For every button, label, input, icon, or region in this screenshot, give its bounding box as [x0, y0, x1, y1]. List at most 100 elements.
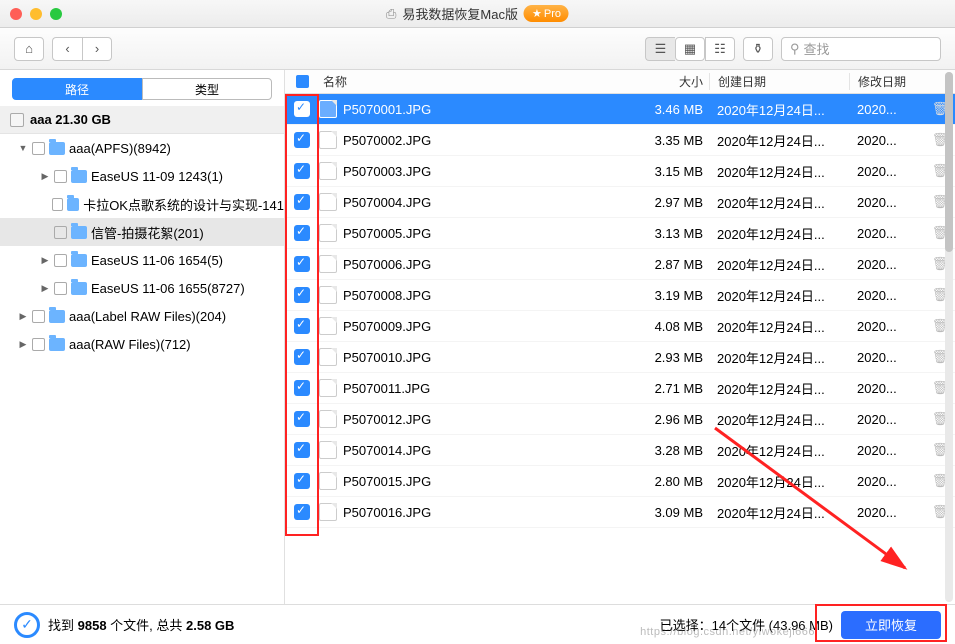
tree-item[interactable]: ▶ aaa(Label RAW Files)(204): [0, 302, 284, 330]
file-created: 2020年12月24日...: [709, 441, 849, 460]
file-row[interactable]: P5070008.JPG 3.19 MB 2020年12月24日... 2020…: [285, 280, 955, 311]
header-checkbox[interactable]: [285, 75, 319, 88]
file-size: 4.08 MB: [634, 319, 709, 334]
disclosure-icon[interactable]: ▶: [40, 255, 50, 266]
filter-button[interactable]: ⚱: [743, 37, 773, 61]
tree-item[interactable]: ▶ aaa(RAW Files)(712): [0, 330, 284, 358]
back-button[interactable]: ‹: [52, 37, 82, 61]
file-created: 2020年12月24日...: [709, 472, 849, 491]
file-icon: [319, 100, 337, 118]
file-row[interactable]: P5070009.JPG 4.08 MB 2020年12月24日... 2020…: [285, 311, 955, 342]
tree-checkbox[interactable]: [32, 142, 45, 155]
file-row[interactable]: P5070016.JPG 3.09 MB 2020年12月24日... 2020…: [285, 497, 955, 528]
file-checkbox[interactable]: [294, 473, 310, 489]
file-row[interactable]: P5070005.JPG 3.13 MB 2020年12月24日... 2020…: [285, 218, 955, 249]
lock-icon: ⎙: [386, 6, 396, 22]
tree-checkbox[interactable]: [54, 170, 67, 183]
list-view-button[interactable]: ☰: [645, 37, 675, 61]
grid-view-button[interactable]: ▦: [675, 37, 705, 61]
tree-checkbox[interactable]: [54, 254, 67, 267]
tree-checkbox[interactable]: [54, 282, 67, 295]
file-modified: 2020...: [849, 412, 925, 427]
file-size: 3.19 MB: [634, 288, 709, 303]
tree-checkbox[interactable]: [32, 310, 45, 323]
file-row[interactable]: P5070003.JPG 3.15 MB 2020年12月24日... 2020…: [285, 156, 955, 187]
file-row[interactable]: P5070012.JPG 2.96 MB 2020年12月24日... 2020…: [285, 404, 955, 435]
file-checkbox[interactable]: [294, 132, 310, 148]
column-view-button[interactable]: ☷: [705, 37, 735, 61]
sidebar: 路径 类型 aaa 21.30 GB ▼ aaa(APFS)(8942)▶ Ea…: [0, 70, 285, 604]
file-checkbox[interactable]: [294, 411, 310, 427]
file-icon: [319, 503, 337, 521]
tree-checkbox[interactable]: [54, 226, 67, 239]
pro-badge: ★ Pro: [524, 5, 569, 22]
folder-icon: [71, 226, 87, 239]
main-area: 路径 类型 aaa 21.30 GB ▼ aaa(APFS)(8942)▶ Ea…: [0, 70, 955, 604]
close-button[interactable]: [10, 8, 22, 20]
home-button[interactable]: ⌂: [14, 37, 44, 61]
file-row[interactable]: P5070014.JPG 3.28 MB 2020年12月24日... 2020…: [285, 435, 955, 466]
minimize-button[interactable]: [30, 8, 42, 20]
file-checkbox[interactable]: [294, 256, 310, 272]
nav-group: ‹ ›: [52, 37, 112, 61]
file-checkbox[interactable]: [294, 163, 310, 179]
file-checkbox[interactable]: [294, 318, 310, 334]
tree-item[interactable]: ▶ EaseUS 11-06 1654(5): [0, 246, 284, 274]
file-checkbox[interactable]: [294, 194, 310, 210]
file-row[interactable]: P5070004.JPG 2.97 MB 2020年12月24日... 2020…: [285, 187, 955, 218]
file-modified: 2020...: [849, 319, 925, 334]
tab-type[interactable]: 类型: [142, 78, 272, 100]
file-row[interactable]: P5070015.JPG 2.80 MB 2020年12月24日... 2020…: [285, 466, 955, 497]
tree-label: EaseUS 11-09 1243(1): [91, 169, 223, 184]
tree-item[interactable]: ▶ EaseUS 11-09 1243(1): [0, 162, 284, 190]
disclosure-icon[interactable]: ▶: [40, 283, 50, 294]
scan-complete-icon: ✓: [14, 612, 40, 638]
disclosure-icon[interactable]: ▶: [18, 339, 28, 350]
search-placeholder: 查找: [804, 39, 830, 58]
file-name: P5070005.JPG: [343, 226, 431, 241]
tree-item[interactable]: 卡拉OK点歌系统的设计与实现-141: [0, 190, 284, 218]
file-size: 3.46 MB: [634, 102, 709, 117]
header-modified[interactable]: 修改日期: [849, 73, 925, 90]
search-input[interactable]: ⚲ 查找: [781, 37, 941, 61]
file-list[interactable]: P5070001.JPG 3.46 MB 2020年12月24日... 2020…: [285, 94, 955, 604]
file-checkbox[interactable]: [294, 504, 310, 520]
file-modified: 2020...: [849, 381, 925, 396]
forward-button[interactable]: ›: [82, 37, 112, 61]
tree-item[interactable]: ▶ EaseUS 11-06 1655(8727): [0, 274, 284, 302]
header-created[interactable]: 创建日期: [709, 73, 849, 90]
file-checkbox[interactable]: [294, 287, 310, 303]
file-checkbox[interactable]: [294, 349, 310, 365]
file-row[interactable]: P5070001.JPG 3.46 MB 2020年12月24日... 2020…: [285, 94, 955, 125]
maximize-button[interactable]: [50, 8, 62, 20]
folder-icon: [67, 198, 80, 211]
tab-path[interactable]: 路径: [12, 78, 142, 100]
tree-label: aaa(Label RAW Files)(204): [69, 309, 226, 324]
disclosure-icon[interactable]: ▶: [18, 311, 28, 322]
header-name[interactable]: 名称: [319, 73, 634, 90]
tree-item[interactable]: ▼ aaa(APFS)(8942): [0, 134, 284, 162]
file-icon: [319, 255, 337, 273]
file-checkbox[interactable]: [294, 380, 310, 396]
header-size[interactable]: 大小: [634, 73, 709, 90]
tree-checkbox[interactable]: [32, 338, 45, 351]
file-row[interactable]: P5070002.JPG 3.35 MB 2020年12月24日... 2020…: [285, 125, 955, 156]
recover-button[interactable]: 立即恢复: [841, 611, 941, 639]
tree-item[interactable]: 信管-拍摄花絮(201): [0, 218, 284, 246]
tree-checkbox[interactable]: [52, 198, 63, 211]
drive-header[interactable]: aaa 21.30 GB: [0, 106, 284, 134]
file-icon: [319, 410, 337, 428]
file-row[interactable]: P5070011.JPG 2.71 MB 2020年12月24日... 2020…: [285, 373, 955, 404]
scrollbar[interactable]: [945, 72, 953, 602]
disclosure-icon[interactable]: ▼: [18, 143, 28, 153]
file-size: 3.09 MB: [634, 505, 709, 520]
scrollbar-thumb[interactable]: [945, 72, 953, 252]
view-group: ☰ ▦ ☷: [645, 37, 735, 61]
disclosure-icon[interactable]: ▶: [40, 171, 50, 182]
file-checkbox[interactable]: [294, 101, 310, 117]
file-row[interactable]: P5070010.JPG 2.93 MB 2020年12月24日... 2020…: [285, 342, 955, 373]
file-checkbox[interactable]: [294, 225, 310, 241]
file-row[interactable]: P5070006.JPG 2.87 MB 2020年12月24日... 2020…: [285, 249, 955, 280]
file-checkbox[interactable]: [294, 442, 310, 458]
file-pane: 名称 大小 创建日期 修改日期 P5070001.JPG 3.46 MB 202…: [285, 70, 955, 604]
